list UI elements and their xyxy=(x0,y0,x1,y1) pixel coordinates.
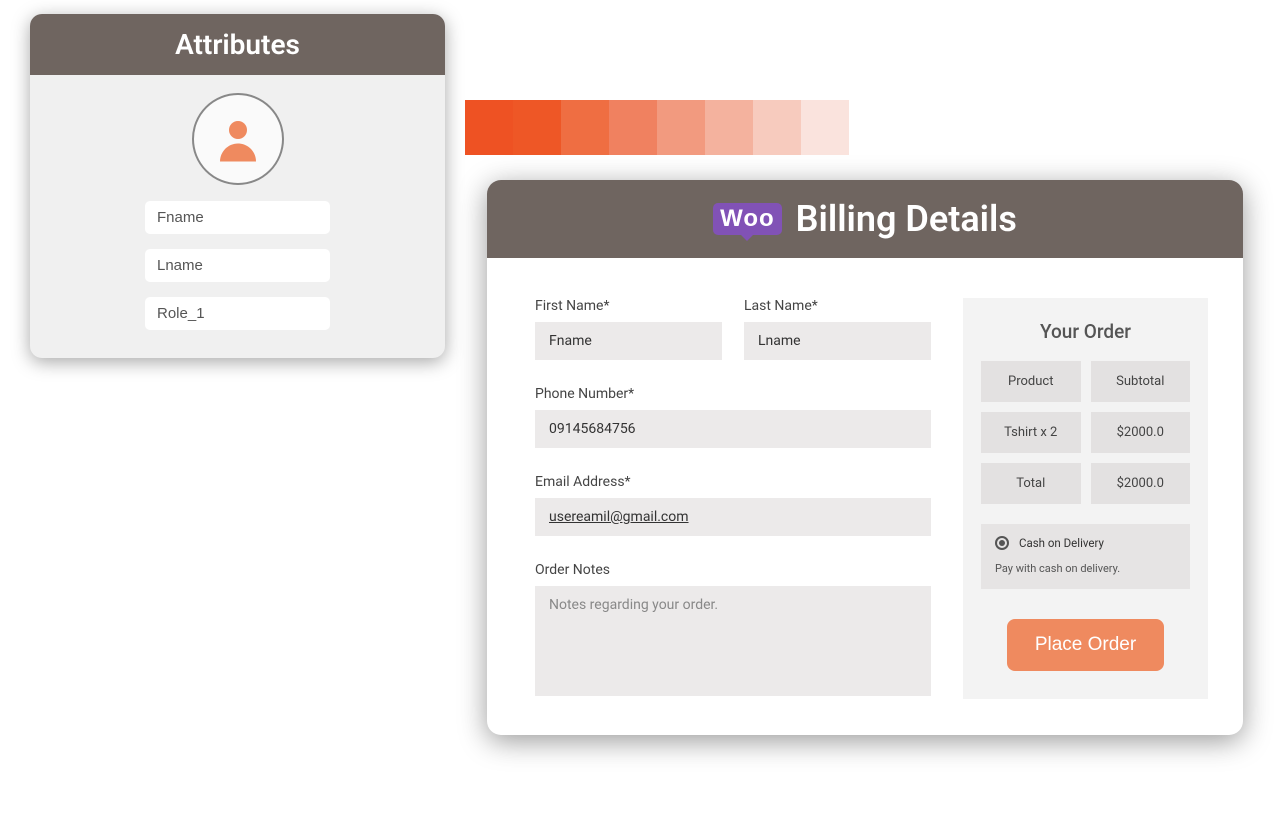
radio-icon xyxy=(995,536,1009,550)
order-panel: Your Order Product Subtotal Tshirt x 2 $… xyxy=(963,298,1208,699)
phone-input[interactable] xyxy=(535,410,931,448)
billing-title: Billing Details xyxy=(796,198,1017,240)
woo-badge-icon: Woo xyxy=(713,203,782,235)
billing-header: Woo Billing Details xyxy=(487,180,1243,258)
attribute-lname-input[interactable] xyxy=(145,249,330,282)
order-col-product: Product xyxy=(981,361,1081,402)
user-avatar-icon xyxy=(192,93,284,185)
order-total-value: $2000.0 xyxy=(1091,463,1191,504)
first-name-input[interactable] xyxy=(535,322,722,360)
order-item-name: Tshirt x 2 xyxy=(981,412,1081,453)
payment-desc: Pay with cash on delivery. xyxy=(995,562,1176,575)
phone-label: Phone Number* xyxy=(535,386,931,402)
last-name-label: Last Name* xyxy=(744,298,931,314)
attribute-fname-input[interactable] xyxy=(145,201,330,234)
attributes-title: Attributes xyxy=(30,14,445,75)
order-notes-label: Order Notes xyxy=(535,562,931,578)
order-item-price: $2000.0 xyxy=(1091,412,1191,453)
first-name-label: First Name* xyxy=(535,298,722,314)
gradient-strip xyxy=(465,100,1274,155)
payment-option-cod[interactable]: Cash on Delivery xyxy=(995,536,1176,550)
payment-method-label: Cash on Delivery xyxy=(1019,536,1104,550)
email-input[interactable] xyxy=(535,498,931,536)
order-total-label: Total xyxy=(981,463,1081,504)
order-notes-input[interactable] xyxy=(535,586,931,696)
order-title: Your Order xyxy=(981,320,1190,343)
attribute-role-input[interactable] xyxy=(145,297,330,330)
order-col-subtotal: Subtotal xyxy=(1091,361,1191,402)
last-name-input[interactable] xyxy=(744,322,931,360)
billing-card: Woo Billing Details First Name* Last Nam… xyxy=(487,180,1243,735)
attributes-body xyxy=(30,75,445,358)
attributes-card: Attributes xyxy=(30,14,445,358)
payment-box: Cash on Delivery Pay with cash on delive… xyxy=(981,524,1190,589)
email-label: Email Address* xyxy=(535,474,931,490)
place-order-button[interactable]: Place Order xyxy=(1007,619,1164,671)
billing-form: First Name* Last Name* Phone Number* Ema… xyxy=(535,298,931,699)
